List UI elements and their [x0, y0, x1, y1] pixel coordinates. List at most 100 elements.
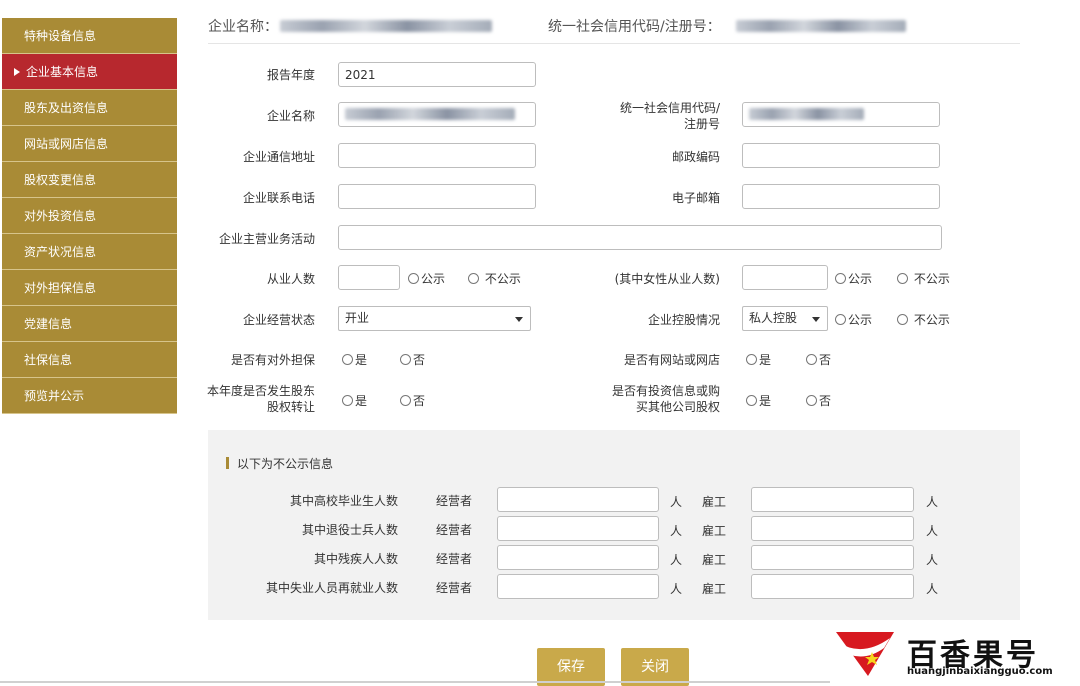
website-label: 是否有网站或网店: [623, 353, 720, 367]
report-year-label: 报告年度: [266, 68, 315, 82]
employee-label: 雇工: [702, 553, 727, 567]
company-name-label: 企业名称: [266, 109, 315, 123]
credit-code-label-line2: 注册号: [683, 117, 720, 131]
credit-code-label: 统一社会信用代码/ 注册号: [590, 100, 720, 132]
sidebar-item-social-security[interactable]: 社保信息: [2, 342, 177, 378]
radio-label: 是: [759, 394, 772, 408]
employees-public-radio[interactable]: 公示: [408, 271, 445, 287]
nonpublic-row-label: 其中高校毕业生人数: [289, 494, 398, 508]
radio-label: 是: [355, 353, 368, 367]
company-name-header-label: 企业名称：: [208, 19, 278, 35]
investment-label-line1: 是否有投资信息或购: [611, 384, 720, 398]
employees-input[interactable]: [338, 265, 400, 290]
investment-yes-radio[interactable]: 是: [746, 393, 771, 409]
business-input[interactable]: [338, 225, 942, 250]
nonpublic-row-label: 其中退役士兵人数: [301, 523, 398, 537]
reemployed-employee-input[interactable]: [751, 574, 914, 599]
sidebar-item-website[interactable]: 网站或网店信息: [2, 126, 177, 162]
reemployed-operator-input[interactable]: [497, 574, 659, 599]
holding-public-radio[interactable]: 公示: [835, 312, 872, 328]
business-label: 企业主营业务活动: [218, 232, 315, 246]
website-no-radio[interactable]: 否: [806, 352, 831, 368]
unit-label: 人: [926, 582, 939, 596]
holding-select[interactable]: 私人控股: [742, 306, 828, 331]
radio-circle-icon: [468, 273, 479, 284]
veterans-operator-input[interactable]: [497, 516, 659, 541]
equity-transfer-label-line2: 股权转让: [266, 400, 315, 414]
radio-label: 公示: [848, 313, 873, 327]
guarantee-no-radio[interactable]: 否: [400, 352, 425, 368]
radio-circle-icon: [342, 395, 353, 406]
sidebar-item-investment[interactable]: 对外投资信息: [2, 198, 177, 234]
holding-select-value: 私人控股: [749, 311, 798, 325]
phone-input[interactable]: [338, 184, 536, 209]
credit-code-label-line1: 统一社会信用代码/: [619, 101, 720, 115]
radio-label: 是: [355, 394, 368, 408]
sidebar-item-preview[interactable]: 预览并公示: [2, 378, 177, 414]
radio-label: 不公示: [913, 313, 950, 327]
operator-label: 经营者: [435, 523, 472, 537]
radio-circle-icon: [408, 273, 419, 284]
nonpublic-title-text: 以下为不公示信息: [237, 457, 334, 471]
radio-label: 是: [759, 353, 772, 367]
sidebar-item-shareholders[interactable]: 股东及出资信息: [2, 90, 177, 126]
status-select[interactable]: 开业: [338, 306, 531, 331]
disabled-employee-input[interactable]: [751, 545, 914, 570]
sidebar-item-party[interactable]: 党建信息: [2, 306, 177, 342]
caret-right-icon: [14, 68, 20, 76]
radio-circle-icon: [806, 395, 817, 406]
credit-code-redacted: [736, 20, 906, 32]
guarantee-label: 是否有对外担保: [230, 353, 315, 367]
female-not-public-radio[interactable]: 不公示: [897, 271, 950, 287]
watermark-url: huangjinbaixiangguo.com: [907, 666, 1053, 677]
unit-label: 人: [670, 582, 683, 596]
disabled-operator-input[interactable]: [497, 545, 659, 570]
graduates-employee-input[interactable]: [751, 487, 914, 512]
company-name-field: [338, 102, 536, 127]
radio-label: 不公示: [913, 272, 950, 286]
radio-label: 否: [819, 394, 832, 408]
email-input[interactable]: [742, 184, 940, 209]
radio-circle-icon: [342, 354, 353, 365]
investment-label-line2: 买其他公司股权: [635, 400, 720, 414]
sidebar-item-basic-info[interactable]: 企业基本信息: [2, 54, 177, 90]
watermark-flag-icon: [836, 632, 894, 676]
sidebar-item-label: 企业基本信息: [26, 65, 99, 79]
operator-label: 经营者: [435, 552, 472, 566]
sidebar-item-assets[interactable]: 资产状况信息: [2, 234, 177, 270]
operator-label: 经营者: [435, 494, 472, 508]
guarantee-yes-radio[interactable]: 是: [342, 352, 367, 368]
postcode-label: 邮政编码: [671, 150, 720, 164]
unit-label: 人: [670, 553, 683, 567]
address-label: 企业通信地址: [242, 150, 315, 164]
female-public-radio[interactable]: 公示: [835, 271, 872, 287]
holding-not-public-radio[interactable]: 不公示: [897, 312, 950, 328]
employee-label: 雇工: [702, 582, 727, 596]
phone-label: 企业联系电话: [242, 191, 315, 205]
investment-no-radio[interactable]: 否: [806, 393, 831, 409]
radio-circle-icon: [746, 354, 757, 365]
sidebar-item-special-equipment[interactable]: 特种设备信息: [2, 18, 177, 54]
veterans-employee-input[interactable]: [751, 516, 914, 541]
radio-label: 否: [413, 394, 426, 408]
website-yes-radio[interactable]: 是: [746, 352, 771, 368]
equity-transfer-yes-radio[interactable]: 是: [342, 393, 367, 409]
employee-label: 雇工: [702, 524, 727, 538]
radio-label: 公示: [848, 272, 873, 286]
company-name-redacted: [280, 20, 492, 32]
report-year-input[interactable]: [338, 62, 536, 87]
holding-label: 企业控股情况: [647, 313, 720, 327]
postcode-input[interactable]: [742, 143, 940, 168]
radio-circle-icon: [897, 314, 908, 325]
address-input[interactable]: [338, 143, 536, 168]
female-employees-input[interactable]: [742, 265, 828, 290]
graduates-operator-input[interactable]: [497, 487, 659, 512]
sidebar-item-guarantee[interactable]: 对外担保信息: [2, 270, 177, 306]
employees-not-public-radio[interactable]: 不公示: [468, 271, 521, 287]
page-header: 企业名称： 统一社会信用代码/注册号：: [208, 14, 1020, 44]
sidebar-item-equity-change[interactable]: 股权变更信息: [2, 162, 177, 198]
equity-transfer-no-radio[interactable]: 否: [400, 393, 425, 409]
radio-label: 不公示: [484, 272, 521, 286]
nonpublic-row-label: 其中残疾人人数: [313, 552, 398, 566]
radio-circle-icon: [897, 273, 908, 284]
